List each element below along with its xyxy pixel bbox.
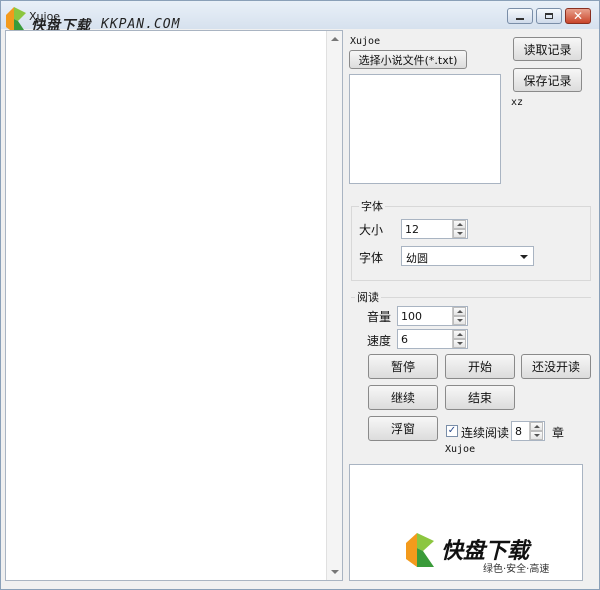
chevron-up-icon [457, 333, 463, 336]
chevron-up-icon [457, 310, 463, 313]
size-stepper-buttons [452, 220, 467, 238]
size-stepper[interactable]: 12 [401, 219, 468, 239]
volume-up-button[interactable] [453, 307, 466, 316]
chevron-down-icon [457, 232, 463, 235]
chevron-down-icon [457, 319, 463, 322]
speed-label: 速度 [367, 334, 392, 348]
chevron-down-icon [457, 342, 463, 345]
kuaipan-logo-large-icon [406, 533, 434, 567]
maximize-button[interactable] [536, 8, 562, 24]
save-record-button[interactable]: 保存记录 [513, 68, 582, 92]
continuous-read-label: 连续阅读 [461, 426, 510, 440]
chapter-down-button[interactable] [530, 431, 543, 440]
chapter-label: 章 [552, 426, 565, 440]
chapter-value: 8 [515, 425, 522, 438]
novel-text-area[interactable] [5, 30, 343, 581]
continue-button[interactable]: 继续 [368, 385, 438, 410]
font-group-title: 字体 [359, 198, 385, 214]
chapter-up-button[interactable] [530, 422, 543, 431]
speed-value: 6 [401, 333, 408, 346]
font-group [351, 206, 591, 281]
choose-file-button[interactable]: 选择小说文件(*.txt) [349, 50, 467, 69]
maximize-icon [545, 13, 553, 19]
chevron-down-icon [534, 434, 540, 437]
size-label: 大小 [359, 223, 384, 237]
speed-stepper[interactable]: 6 [397, 329, 468, 349]
read-record-button[interactable]: 读取记录 [513, 37, 582, 61]
author-label-bottom: Xujoe [445, 444, 476, 455]
read-group-title: 阅读 [355, 289, 381, 305]
not-started-button[interactable]: 还没开读 [521, 354, 591, 379]
font-value: 幼圆 [406, 252, 428, 265]
start-button[interactable]: 开始 [445, 354, 515, 379]
scroll-down-icon[interactable] [331, 570, 339, 574]
dropdown-arrow-icon[interactable] [520, 255, 528, 259]
volume-label: 音量 [367, 310, 392, 324]
close-button[interactable]: ✕ [565, 8, 591, 24]
title-bar[interactable]: Xujoe 快盘下载 KKPAN.COM ✕ [1, 1, 599, 34]
bottom-watermark-subtitle: 绿色·安全·高速 [483, 564, 550, 575]
volume-stepper-buttons [452, 307, 467, 325]
volume-stepper[interactable]: 100 [397, 306, 468, 326]
read-group-line [351, 297, 591, 298]
checkmark-icon: ✓ [447, 425, 457, 436]
size-up-button[interactable] [453, 220, 466, 229]
author-label-top: Xujoe [350, 36, 381, 47]
volume-down-button[interactable] [453, 316, 466, 325]
xz-label: xz [511, 97, 524, 108]
speed-stepper-buttons [452, 330, 467, 348]
volume-value: 100 [401, 310, 422, 323]
chevron-up-icon [457, 223, 463, 226]
chapter-stepper[interactable]: 8 [511, 421, 545, 441]
file-list-box[interactable] [349, 74, 501, 184]
chapter-stepper-buttons [529, 422, 544, 440]
minimize-button[interactable] [507, 8, 533, 24]
size-value: 12 [405, 223, 419, 236]
float-window-button[interactable]: 浮窗 [368, 416, 438, 441]
font-label: 字体 [359, 251, 384, 265]
minimize-icon [516, 17, 524, 20]
close-icon: ✕ [572, 9, 584, 23]
pause-button[interactable]: 暂停 [368, 354, 438, 379]
vertical-scrollbar[interactable] [326, 31, 342, 580]
font-select[interactable]: 幼圆 [401, 246, 534, 266]
end-button[interactable]: 结束 [445, 385, 515, 410]
speed-down-button[interactable] [453, 339, 466, 348]
size-down-button[interactable] [453, 229, 466, 238]
continuous-read-checkbox[interactable]: ✓ [446, 425, 458, 437]
speed-up-button[interactable] [453, 330, 466, 339]
main-window: Xujoe 快盘下载 KKPAN.COM ✕ Xujoe 选择小说文件(*.tx… [0, 0, 600, 590]
scroll-up-icon[interactable] [331, 37, 339, 41]
chevron-up-icon [534, 425, 540, 428]
